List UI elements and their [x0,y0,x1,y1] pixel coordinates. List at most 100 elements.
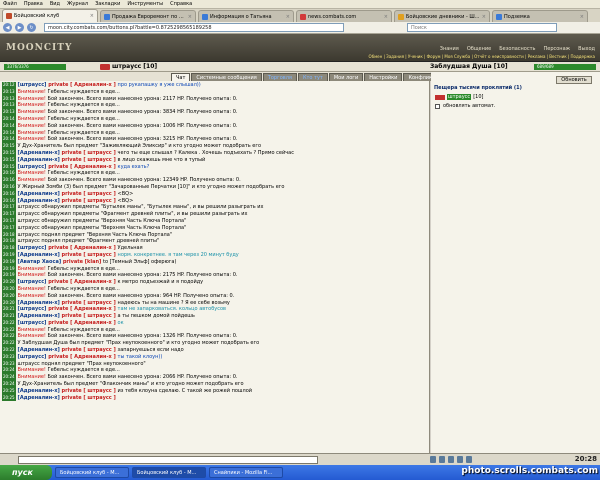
chat-sender[interactable]: [Адреналин-х] [18,347,62,353]
chat-timestamp[interactable]: 20:14 [2,136,16,144]
chat-timestamp[interactable]: 20:16 [2,177,16,184]
chat-private-tag[interactable]: private [ штраусс ] [61,252,117,258]
chat-private-tag[interactable]: private [ штраусс ] [61,300,117,306]
taskbar-window[interactable]: Снайпики - Mozilla Fi... [209,467,283,478]
reload-icon[interactable]: ↻ [27,23,36,32]
browser-tab[interactable]: Продажа Евроремонт по д... × [100,10,196,22]
chat-private-tag[interactable]: private [ штраусс ] [61,395,115,401]
address-bar[interactable]: moon.city.combats.com/buttons.pl?battle=… [44,23,344,32]
browser-tab[interactable]: Бойцовский клуб × [2,9,98,22]
chat-timestamp[interactable]: 20:16 [2,170,16,178]
header-link[interactable]: Общение [467,46,491,52]
chat-timestamp[interactable]: 20:22 [2,326,16,334]
chat-sender[interactable]: [Адреналин-х] [18,157,62,163]
chat-timestamp[interactable]: 20:20 [2,279,16,286]
chat-timestamp[interactable]: 20:19 [2,272,16,280]
chat-timestamp[interactable]: 20:16 [2,197,16,205]
chat-timestamp[interactable]: 20:14 [2,129,16,137]
chat-timestamp[interactable]: 20:17 [2,211,16,218]
browser-tab[interactable]: Подземка × [492,10,588,22]
browser-tab[interactable]: news.combats.com × [296,10,392,22]
chat-message-input[interactable] [18,456,318,464]
chat-sender[interactable]: [Адреналин-х] [18,395,62,401]
chat-timestamp[interactable]: 20:20 [2,292,16,300]
taskbar-window[interactable]: Бойцовский клуб - M... [55,467,129,478]
browser-tab[interactable]: Бойцовские дневники - Ш... × [394,10,490,22]
chat-sender[interactable]: [Адреналин-х] [18,300,62,306]
search-input[interactable]: Поиск [407,23,557,32]
header-sublinks[interactable]: Обмен | Задания | Ученик | Форум | Моя С… [369,54,595,59]
chat-private-tag[interactable]: private [ Адреналин-х ] [48,164,117,170]
chat-timestamp[interactable]: 20:16 [2,183,16,191]
chat-sender[interactable]: [Адреналин-х] [18,198,62,204]
chat-timestamp[interactable]: 20:17 [2,217,16,225]
filter-icon[interactable] [448,456,454,463]
player-name[interactable]: штраусс [10] [112,63,157,70]
chat-private-tag[interactable]: private [ Адреналин-х ] [48,306,117,312]
chat-timestamp[interactable]: 20:23 [2,353,16,361]
chat-private-tag[interactable]: private [ Адреналин-х ] [48,82,117,88]
chat-timestamp[interactable]: 20:18 [2,245,16,252]
chat-private-tag[interactable]: private [ штраусс ] [61,313,117,319]
menu-item[interactable]: Файл [3,0,17,8]
chat-timestamp[interactable]: 20:22 [2,319,16,327]
auto-refresh[interactable]: обновлять автомат. [435,103,495,109]
chat-private-tag[interactable]: private [ штраусс ] [61,198,117,204]
chat-timestamp[interactable]: 20:25 [2,394,16,402]
menu-item[interactable]: Инструменты [127,0,163,8]
chat-sender[interactable]: [Адреналин-х] [18,252,62,258]
refresh-button[interactable]: Обновить [556,76,592,84]
menu-item[interactable]: Вид [50,0,60,8]
close-icon[interactable]: × [286,14,290,20]
chat-log[interactable]: 20:12 [штраусс] private [ Адреналин-х ] п… [0,81,430,453]
sound-icon[interactable] [457,456,463,463]
chat-timestamp[interactable]: 20:19 [2,265,16,273]
chat-private-tag[interactable]: private [ Адреналин-х ] [48,279,117,285]
chat-timestamp[interactable]: 20:21 [2,306,16,314]
chat-private-tag[interactable]: private [ штраусс ] [61,150,117,156]
chat-timestamp[interactable]: 20:15 [2,163,16,171]
chat-timestamp[interactable]: 20:20 [2,285,16,293]
chat-timestamp[interactable]: 20:24 [2,381,16,388]
chat-sender[interactable]: [штраусс] [18,164,49,170]
chat-timestamp[interactable]: 20:18 [2,231,16,239]
start-button[interactable]: пуск [0,465,52,480]
chat-sender[interactable]: [штраусс] [18,82,49,88]
chat-timestamp[interactable]: 20:22 [2,340,16,348]
chat-tab[interactable]: Мои логи [328,73,364,81]
chat-timestamp[interactable]: 20:20 [2,299,16,307]
browser-tab[interactable]: Информация о Татьяна × [198,10,294,22]
chat-sender[interactable]: [Адреналин-х] [18,313,62,319]
chat-timestamp[interactable]: 20:22 [2,333,16,341]
chat-private-tag[interactable]: private [ Адреналин-х ] [48,320,117,326]
close-icon[interactable]: × [188,14,192,20]
forward-icon[interactable]: ▶ [15,23,24,32]
chat-private-tag[interactable]: private [ Адреналин-х ] [48,354,117,360]
chat-sender[interactable]: [Аватар Хаоса] [18,259,63,265]
chat-timestamp[interactable]: 20:18 [2,238,16,246]
chat-timestamp[interactable]: 20:13 [2,88,16,96]
chat-timestamp[interactable]: 20:14 [2,122,16,130]
chat-timestamp[interactable]: 20:17 [2,224,16,232]
header-link[interactable]: Персонаж [543,46,570,52]
chat-timestamp[interactable]: 20:23 [2,360,16,368]
close-icon[interactable]: × [580,14,584,20]
auto-refresh-checkbox[interactable] [435,103,440,109]
chat-private-tag[interactable]: private [ штраусс ] [61,157,117,163]
chat-tab[interactable]: Кто тут [297,73,328,81]
chat-tab[interactable]: Системные сообщения [191,73,262,81]
chat-sender[interactable]: [штраусс] [18,279,49,285]
chat-timestamp[interactable]: 20:15 [2,143,16,150]
chat-timestamp[interactable]: 20:19 [2,258,16,266]
chat-timestamp[interactable]: 20:25 [2,387,16,395]
chat-sender[interactable]: [штраусс] [18,320,49,326]
clear-icon[interactable] [439,456,445,463]
chat-sender[interactable]: [штраусс] [18,245,49,251]
chat-sender[interactable]: [штраусс] [18,354,49,360]
chat-tab[interactable]: Торговля [262,73,297,81]
chat-timestamp[interactable]: 20:24 [2,367,16,375]
chat-private-tag[interactable]: private [ Адреналин-х ] [48,245,117,251]
chat-timestamp[interactable]: 20:13 [2,109,16,116]
settings-icon[interactable] [466,456,472,463]
menu-item[interactable]: Правка [24,0,43,8]
